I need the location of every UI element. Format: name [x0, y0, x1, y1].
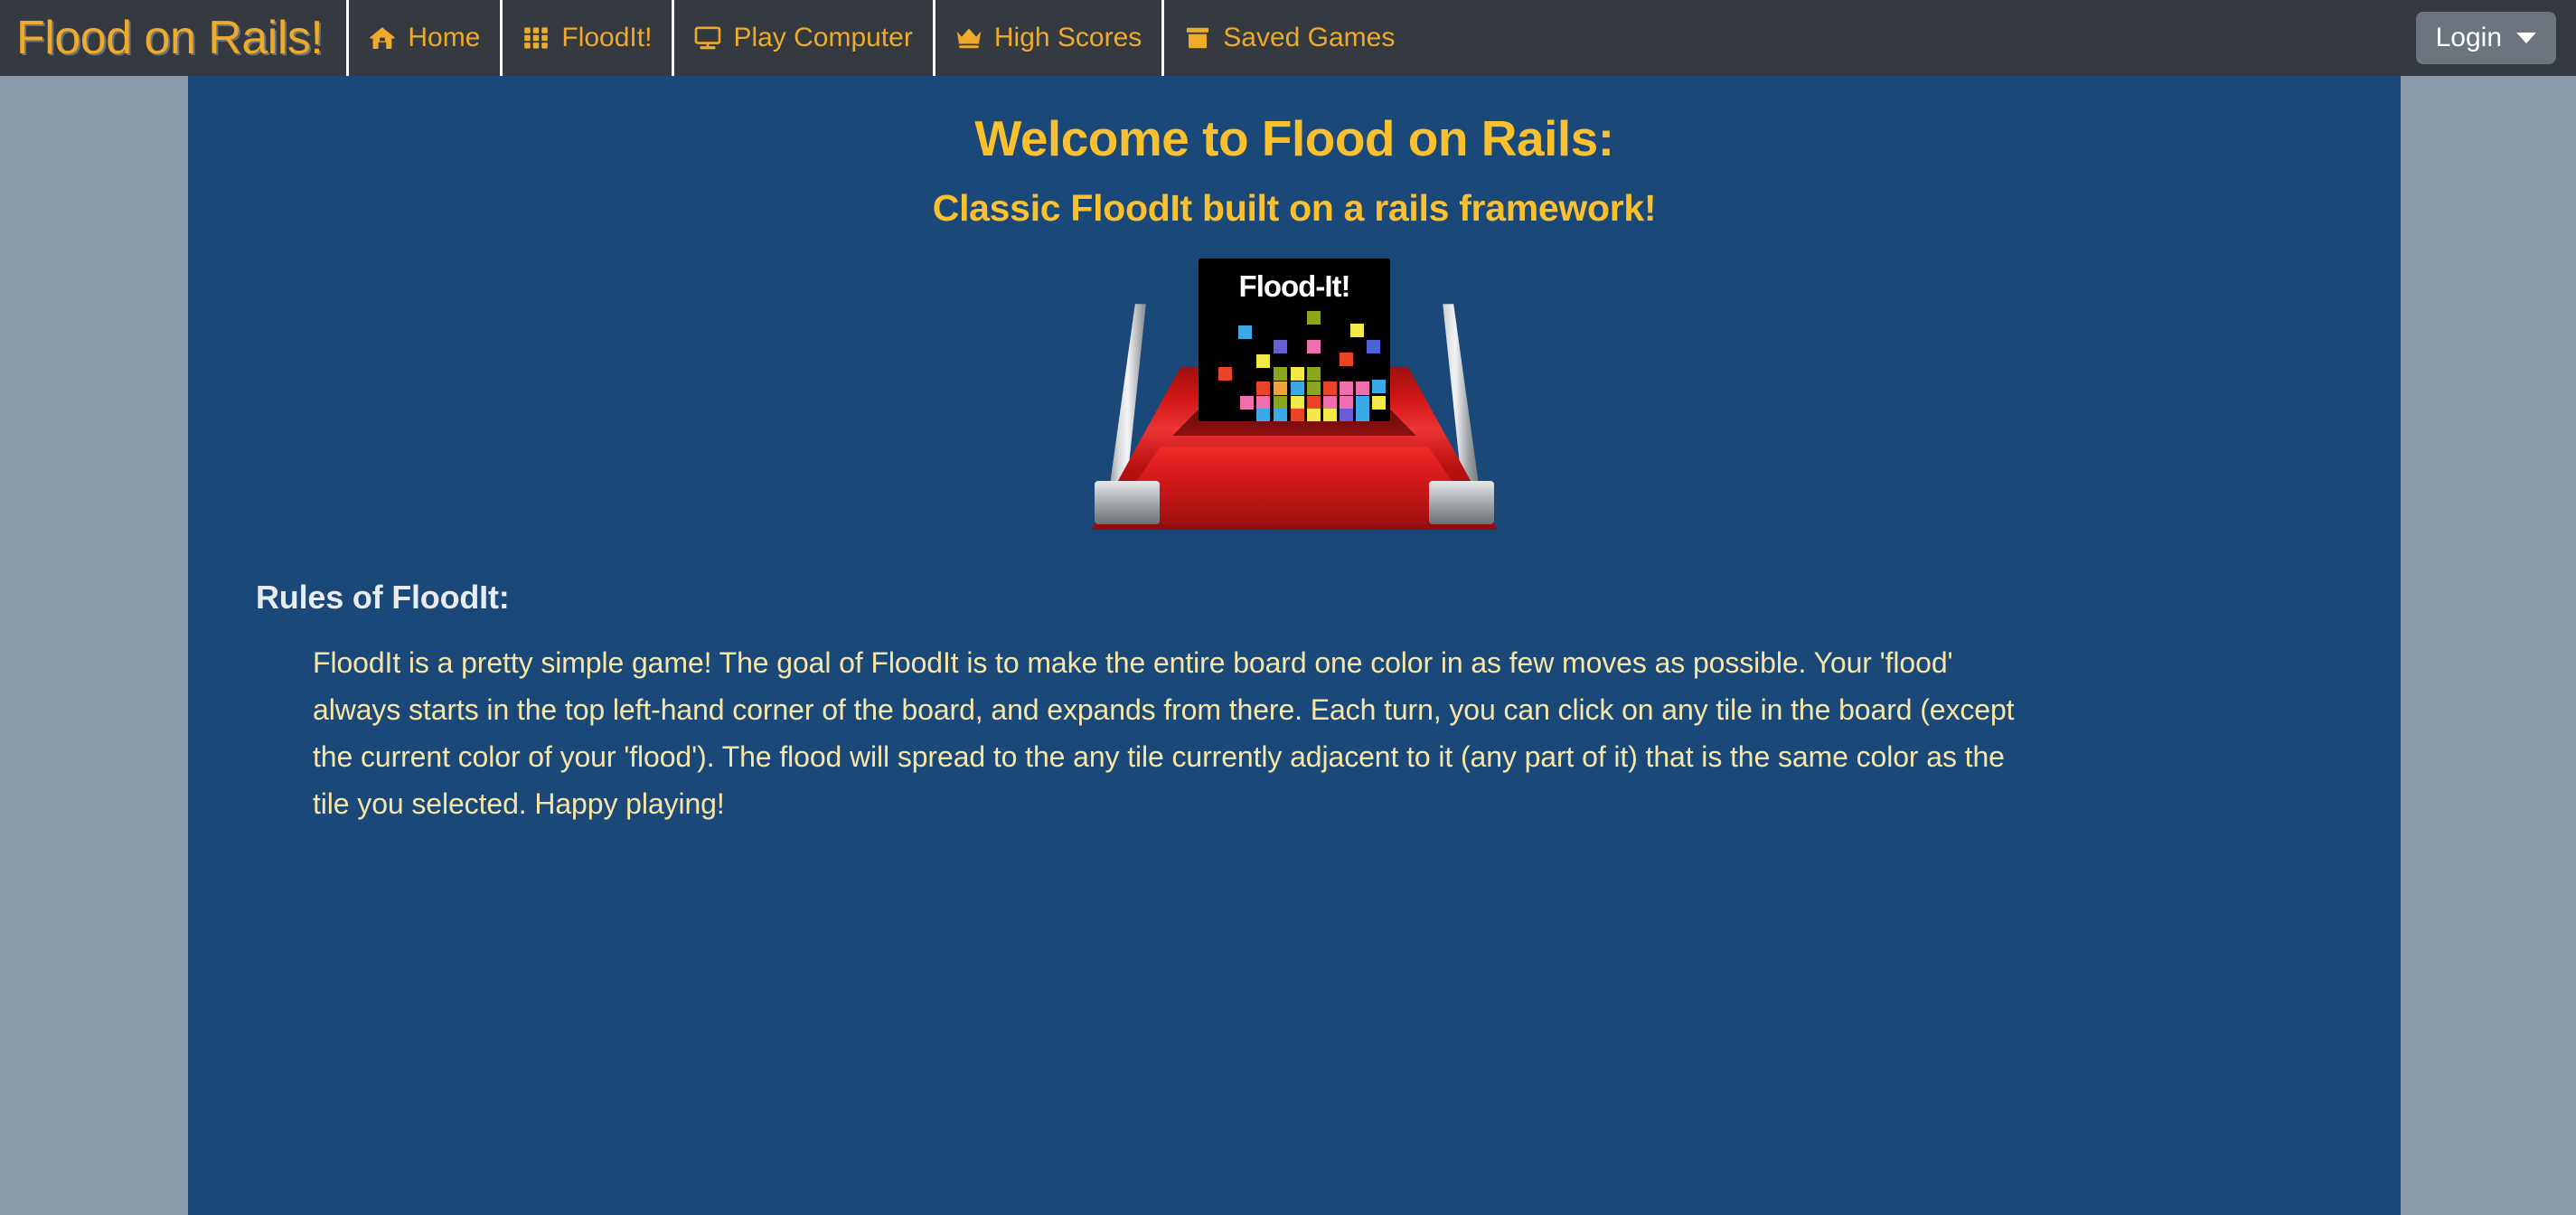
logo-wrap: Flood-It! [188, 259, 2401, 531]
login-button-label: Login [2435, 23, 2502, 52]
page-title: Welcome to Flood on Rails: [974, 110, 1614, 166]
nav-label-saved-games: Saved Games [1223, 23, 1396, 52]
rules-heading: Rules of FloodIt: [256, 579, 510, 617]
nav-item-play-computer[interactable]: Play Computer [672, 0, 932, 76]
board-tile [1307, 367, 1321, 381]
board-tile [1323, 409, 1337, 422]
board-tile [1340, 353, 1353, 367]
nav-item-home[interactable]: Home [346, 0, 500, 76]
board-tile [1256, 409, 1270, 422]
desktop-icon [694, 24, 721, 52]
board-tile [1307, 409, 1321, 422]
board-tile [1291, 381, 1304, 396]
nav-label-play-computer: Play Computer [733, 23, 913, 52]
board-tile [1340, 381, 1353, 396]
chevron-down-icon [2516, 33, 2536, 43]
board-tile [1323, 381, 1337, 396]
nav-item-high-scores[interactable]: High Scores [932, 0, 1161, 76]
board-tile [1256, 396, 1270, 410]
rail-tie-right [1429, 481, 1494, 525]
board-tile [1307, 396, 1321, 410]
board-tile [1307, 340, 1321, 354]
grid-icon [522, 24, 550, 52]
board-tile [1372, 396, 1386, 410]
board-tiles [1206, 311, 1386, 422]
crown-icon [955, 24, 982, 52]
board-tile [1307, 311, 1321, 325]
board-tile [1291, 367, 1304, 381]
nav-label-home: Home [408, 23, 481, 52]
board-tile [1274, 409, 1287, 422]
floodit-rails-logo: Flood-It! [1091, 259, 1498, 531]
board-tile [1356, 381, 1369, 396]
board-tile [1240, 396, 1254, 410]
board-tile [1291, 396, 1304, 410]
nav-label-high-scores: High Scores [993, 23, 1142, 52]
home-icon [369, 24, 396, 52]
brand-title[interactable]: Flood on Rails! [16, 0, 346, 76]
nav-list: Home FloodIt! Play Computer High Scores … [346, 0, 1415, 76]
login-area: Login [2415, 12, 2556, 64]
nav-item-saved-games[interactable]: Saved Games [1161, 0, 1415, 76]
board-tile [1274, 381, 1287, 396]
board-tile [1350, 324, 1364, 338]
board-tile [1340, 396, 1353, 410]
board-tile [1274, 367, 1287, 381]
archive-icon [1184, 24, 1211, 52]
floodit-board-art: Flood-It! [1199, 259, 1390, 422]
board-tile [1256, 354, 1270, 369]
board-tile [1372, 380, 1386, 394]
nav-item-floodit[interactable]: FloodIt! [500, 0, 672, 76]
top-navbar: Flood on Rails! Home FloodIt! Play Compu… [0, 0, 2576, 76]
board-tile [1218, 367, 1232, 381]
login-dropdown-button[interactable]: Login [2415, 12, 2556, 64]
board-tile [1274, 396, 1287, 410]
board-tile [1340, 409, 1353, 422]
board-tile [1291, 409, 1304, 422]
nav-label-floodit: FloodIt! [561, 23, 653, 52]
content-container: Welcome to Flood on Rails: Classic Flood… [188, 76, 2401, 1215]
board-tile [1238, 325, 1252, 340]
board-tile [1356, 409, 1369, 422]
board-tile [1323, 396, 1337, 410]
board-title: Flood-It! [1238, 269, 1351, 304]
page-background: Welcome to Flood on Rails: Classic Flood… [0, 76, 2576, 1215]
board-tile [1256, 381, 1270, 396]
board-tile [1307, 381, 1321, 396]
board-tile [1367, 340, 1380, 354]
rail-tie-left [1095, 481, 1160, 525]
board-tile [1356, 396, 1369, 410]
rules-paragraph: FloodIt is a pretty simple game! The goa… [313, 646, 2015, 820]
page-subtitle: Classic FloodIt built on a rails framewo… [932, 187, 1657, 230]
board-tile [1274, 340, 1287, 354]
